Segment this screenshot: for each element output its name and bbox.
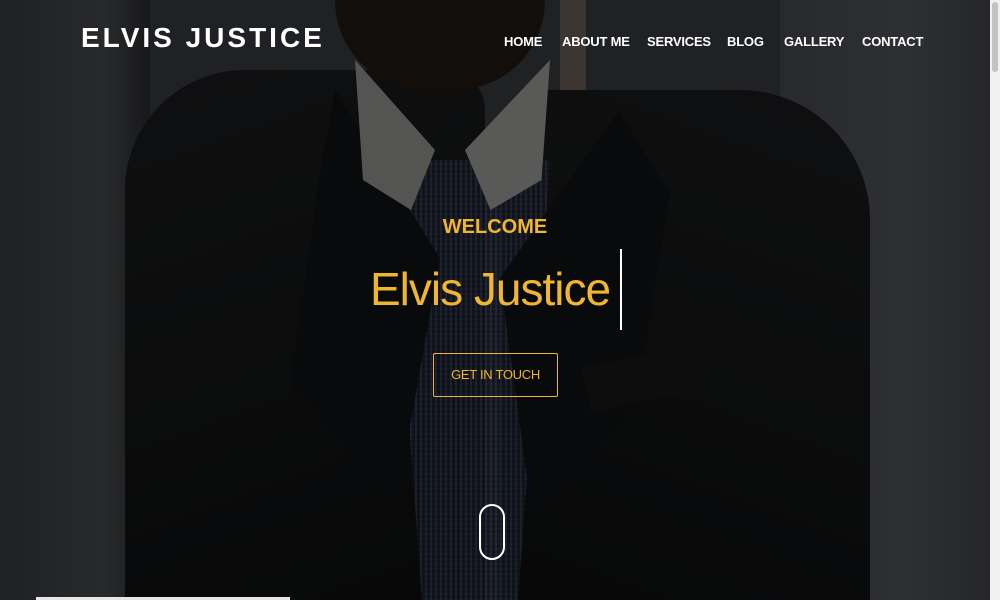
nav-home[interactable]: HOME [504,34,542,49]
mouse-scroll-icon[interactable] [479,504,505,560]
nav-blog[interactable]: BLOG [727,34,764,49]
nav-gallery[interactable]: GALLERY [784,34,844,49]
scrollbar-thumb[interactable] [992,2,998,72]
hero-section: ELVIS JUSTICE HOME ABOUT ME SERVICES BLO… [0,0,990,600]
typing-cursor [620,249,622,330]
main-nav: HOME ABOUT ME SERVICES BLOG GALLERY CONT… [0,34,990,50]
hero-headline: Elvis Justice [370,263,611,315]
nav-contact[interactable]: CONTACT [862,34,923,49]
page-scrollbar[interactable] [990,0,1000,600]
nav-about-me[interactable]: ABOUT ME [562,34,630,49]
welcome-heading: WELCOME [442,216,548,238]
get-in-touch-button[interactable]: GET IN TOUCH [433,353,558,397]
hero-headline-wrap: Elvis Justice [370,262,611,315]
nav-services[interactable]: SERVICES [647,34,711,49]
